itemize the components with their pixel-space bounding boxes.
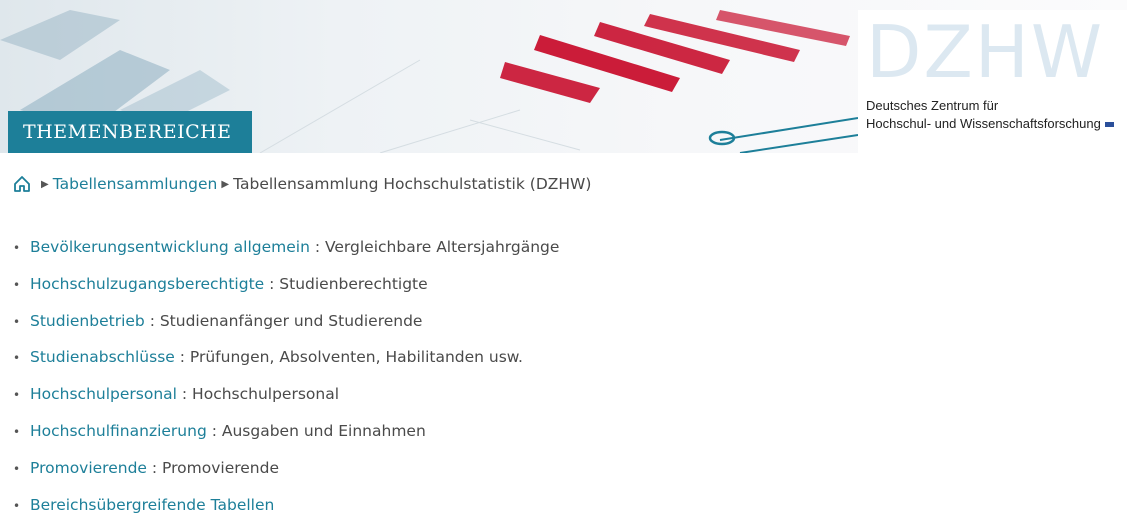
logo-line-1: Deutsches Zentrum für xyxy=(866,98,999,113)
topic-description: : Hochschulpersonal xyxy=(176,385,340,404)
list-item: • Promovierende : Promovierende xyxy=(13,457,559,494)
breadcrumb-separator-icon: ▶ xyxy=(41,178,49,190)
dzhw-logo[interactable]: DZHW Deutsches Zentrum für Hochschul- un… xyxy=(858,10,1127,153)
list-item: • Hochschulzugangsberechtigte : Studienbe… xyxy=(13,273,559,310)
topic-description: : Studienanfänger und Studierende xyxy=(144,311,423,330)
topic-description: : Promovierende xyxy=(146,458,279,477)
topic-link[interactable]: Hochschulfinanzierung xyxy=(30,422,207,440)
bullet-icon: • xyxy=(13,351,21,366)
topic-link[interactable]: Bevölkerungsentwicklung allgemein xyxy=(30,238,310,256)
logo-mark-square xyxy=(1104,122,1114,128)
topic-link[interactable]: Bereichsübergreifende Tabellen xyxy=(30,496,274,514)
topic-link[interactable]: Hochschulpersonal xyxy=(30,385,177,403)
topic-description: : Studienberechtigte xyxy=(264,274,428,293)
logo-mark: DZHW xyxy=(866,10,1105,94)
list-item: • Bevölkerungsentwicklung allgemein : Ver… xyxy=(13,236,559,273)
bullet-icon: • xyxy=(13,461,21,476)
topic-link[interactable]: Studienbetrieb xyxy=(30,312,145,330)
list-item: • Hochschulpersonal : Hochschulpersonal xyxy=(13,383,559,420)
topic-description: : Prüfungen, Absolventen, Habilitanden u… xyxy=(174,348,523,367)
bullet-icon: • xyxy=(13,277,21,292)
home-icon[interactable] xyxy=(13,175,31,193)
logo-line-2: Hochschul- und Wissenschaftsforschung xyxy=(866,116,1114,131)
topic-link[interactable]: Promovierende xyxy=(30,459,147,477)
list-item: • Hochschulfinanzierung : Ausgaben und Ei… xyxy=(13,420,559,457)
bullet-icon: • xyxy=(13,424,21,439)
breadcrumb-separator-icon: ▶ xyxy=(221,178,230,190)
list-item: • Bereichsübergreifende Tabellen xyxy=(13,494,559,530)
breadcrumb: ▶ Tabellensammlungen ▶ Tabellensammlung … xyxy=(13,175,591,193)
breadcrumb-link-tabellensammlungen[interactable]: Tabellensammlungen xyxy=(53,175,218,193)
bullet-icon: • xyxy=(13,388,21,403)
bullet-icon: • xyxy=(13,498,21,513)
bullet-icon: • xyxy=(13,241,21,255)
list-item: • Studienbetrieb : Studienanfänger und St… xyxy=(13,310,559,347)
bullet-icon: • xyxy=(13,314,21,329)
header-banner: THEMENBEREICHE DZHW Deutsches Zentrum fü… xyxy=(0,0,1127,153)
topic-list: • Bevölkerungsentwicklung allgemein : Ver… xyxy=(13,236,559,530)
breadcrumb-current: Tabellensammlung Hochschulstatistik (DZH… xyxy=(233,175,592,193)
topic-description: : Ausgaben und Einnahmen xyxy=(206,421,426,440)
topic-link[interactable]: Hochschulzugangsberechtigte xyxy=(30,275,264,293)
theme-label: THEMENBEREICHE xyxy=(8,111,252,153)
list-item: • Studienabschlüsse : Prüfungen, Absolven… xyxy=(13,346,559,383)
topic-link[interactable]: Studienabschlüsse xyxy=(30,348,175,366)
topic-description: : Vergleichbare Altersjahrgänge xyxy=(309,238,560,256)
